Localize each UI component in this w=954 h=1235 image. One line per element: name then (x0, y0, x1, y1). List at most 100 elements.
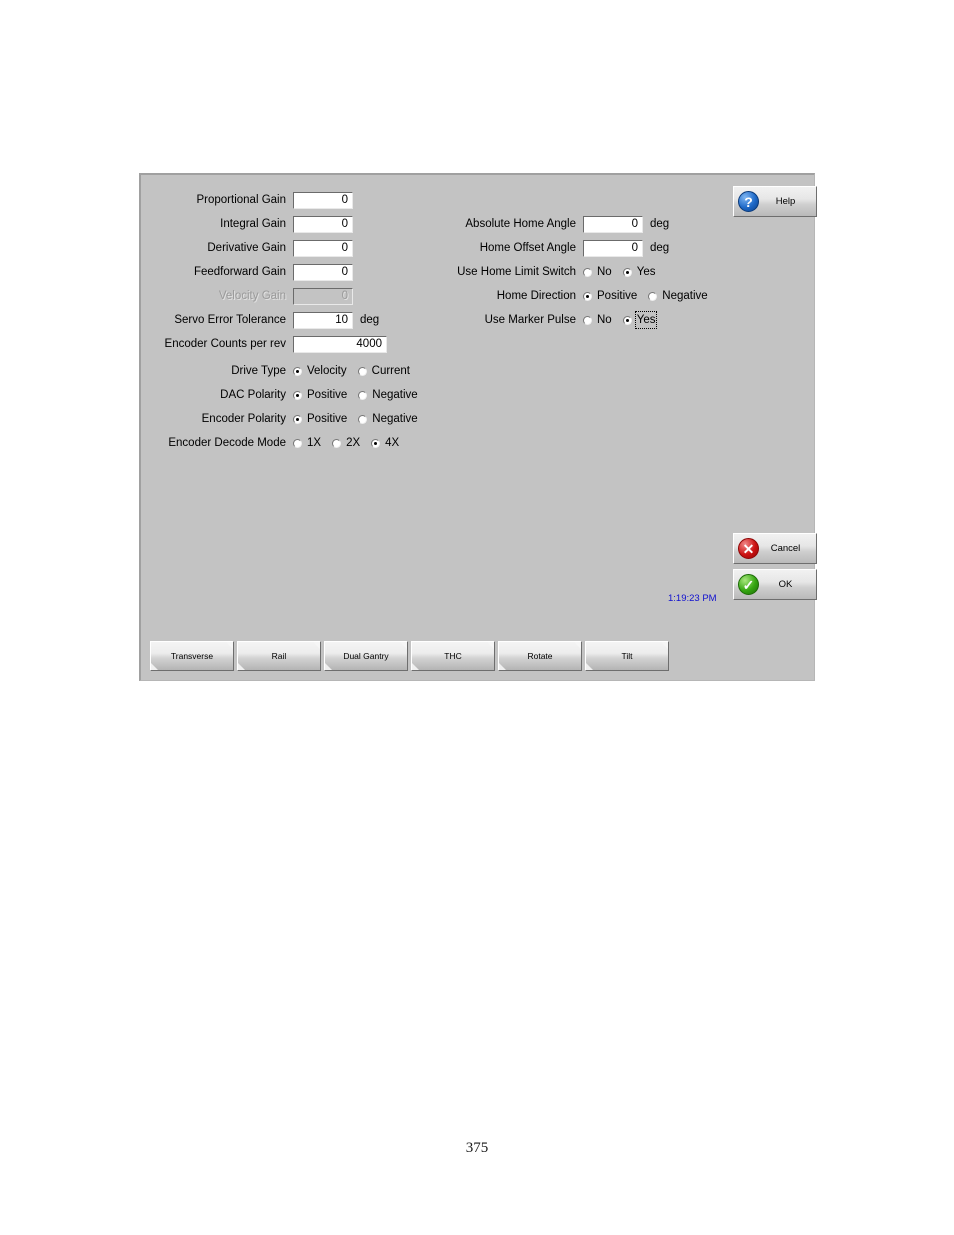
tab-tilt[interactable]: Tilt (585, 641, 669, 671)
radio-option-label: No (597, 314, 612, 326)
radio-button-icon[interactable] (358, 390, 368, 400)
field-label: Servo Error Tolerance (174, 314, 286, 326)
radio-row-use-home-limit-switch: Use Home Limit Switch No Yes (446, 263, 666, 281)
radio-option-negative[interactable]: Negative (648, 288, 708, 304)
radio-option-label: Velocity (307, 365, 347, 377)
radio-option-2x[interactable]: 2X (332, 435, 361, 451)
field-label: Derivative Gain (207, 242, 286, 254)
radio-button-icon[interactable] (293, 414, 302, 424)
radio-options: No Yes (583, 311, 666, 329)
radio-option-label: Positive (307, 389, 348, 401)
radio-option-positive[interactable]: Positive (293, 411, 348, 427)
field-label: Encoder Counts per rev (164, 338, 286, 350)
ok-button-label: OK (778, 579, 793, 590)
field-row-integral-gain: Integral Gain 0 (146, 215, 353, 233)
radio-option-label: Current (371, 365, 410, 377)
tab-label: Rotate (527, 651, 553, 661)
radio-button-icon[interactable] (371, 438, 381, 448)
radio-option-label: Positive (597, 290, 638, 302)
radio-button-icon[interactable] (648, 291, 658, 301)
radio-row-dac-polarity: DAC Polarity Positive Negative (146, 386, 429, 404)
radio-button-icon[interactable] (293, 438, 302, 448)
tab-rail[interactable]: Rail (237, 641, 321, 671)
radio-options: Positive Negative (583, 288, 719, 304)
field-row-absolute-home-angle: Absolute Home Angle 0 deg (446, 215, 669, 233)
tab-transverse[interactable]: Transverse (150, 641, 234, 671)
radio-row-encoder-decode-mode: Encoder Decode Mode 1X 2X 4X (146, 434, 410, 452)
radio-option-current[interactable]: Current (357, 363, 411, 379)
input-home-offset-angle[interactable]: 0 (583, 239, 643, 257)
cancel-button[interactable]: ✕ Cancel (733, 533, 817, 564)
radio-option-no[interactable]: No (583, 312, 613, 328)
radio-option-negative[interactable]: Negative (358, 387, 418, 403)
radio-button-icon[interactable] (622, 267, 632, 277)
radio-options: Positive Negative (293, 387, 429, 403)
radio-button-icon[interactable] (358, 414, 368, 424)
radio-button-icon[interactable] (583, 315, 592, 325)
radio-option-1x[interactable]: 1X (293, 435, 322, 451)
radio-button-icon[interactable] (357, 366, 367, 376)
radio-option-4x[interactable]: 4X (371, 435, 400, 451)
input-integral-gain[interactable]: 0 (293, 215, 353, 233)
field-label: Absolute Home Angle (465, 218, 576, 230)
tab-rotate[interactable]: Rotate (498, 641, 582, 671)
ok-button[interactable]: ✓ OK (733, 569, 817, 600)
tab-label: Rail (271, 651, 287, 661)
radio-row-home-direction: Home Direction Positive Negative (446, 287, 719, 305)
cancel-icon: ✕ (738, 538, 759, 559)
radio-group-label: Use Home Limit Switch (457, 266, 576, 278)
cancel-button-label: Cancel (770, 543, 801, 554)
field-unit: deg (650, 218, 670, 230)
input-feedforward-gain[interactable]: 0 (293, 263, 353, 281)
input-proportional-gain[interactable]: 0 (293, 191, 353, 209)
tab-thc[interactable]: THC (411, 641, 495, 671)
input-derivative-gain[interactable]: 0 (293, 239, 353, 257)
radio-option-label: Yes (634, 311, 658, 329)
input-encoder-counts-per-rev[interactable]: 4000 (293, 335, 387, 353)
bottom-tab-bar: Transverse Rail Dual Gantry THC Rotate Tilt (150, 641, 669, 671)
radio-group-label: Encoder Decode Mode (168, 437, 286, 449)
radio-row-drive-type: Drive Type Velocity Current (146, 362, 421, 380)
radio-option-label: 2X (346, 437, 361, 449)
radio-option-negative[interactable]: Negative (358, 411, 418, 427)
radio-option-positive[interactable]: Positive (293, 387, 348, 403)
radio-option-label: No (597, 266, 612, 278)
radio-option-velocity[interactable]: Velocity (293, 363, 348, 379)
help-icon: ? (738, 191, 759, 212)
radio-button-icon[interactable] (293, 390, 302, 400)
radio-option-yes[interactable]: Yes (622, 311, 658, 329)
radio-group-label: Use Marker Pulse (484, 314, 576, 326)
page-number: 375 (465, 1140, 489, 1156)
radio-button-icon[interactable] (622, 315, 632, 325)
radio-option-no[interactable]: No (583, 264, 613, 280)
input-servo-error-tolerance[interactable]: 10 (293, 311, 353, 329)
radio-options: No Yes (583, 264, 666, 280)
radio-button-icon[interactable] (583, 291, 592, 301)
field-row-encoder-counts-per-rev: Encoder Counts per rev 4000 (146, 335, 387, 353)
radio-button-icon[interactable] (293, 366, 302, 376)
field-unit: deg (360, 314, 380, 326)
tab-label: Transverse (170, 651, 214, 661)
radio-group-label: Home Direction (496, 290, 576, 302)
radio-option-label: Negative (662, 290, 708, 302)
radio-group-label: Drive Type (231, 365, 286, 377)
axis-setup-dialog: Proportional Gain 0 Integral Gain 0 Derivati… (139, 173, 817, 681)
radio-row-encoder-polarity: Encoder Polarity Positive Negative (146, 410, 429, 428)
help-button-label: Help (775, 196, 796, 207)
radio-option-positive[interactable]: Positive (583, 288, 638, 304)
field-label: Velocity Gain (218, 290, 286, 302)
radio-row-use-marker-pulse: Use Marker Pulse No Yes (446, 311, 666, 329)
field-row-derivative-gain: Derivative Gain 0 (146, 239, 353, 257)
field-label: Integral Gain (220, 218, 286, 230)
radio-option-label: Negative (372, 389, 418, 401)
radio-option-label: Yes (636, 266, 656, 278)
radio-group-label: DAC Polarity (220, 389, 286, 401)
radio-option-yes[interactable]: Yes (622, 264, 657, 280)
radio-button-icon[interactable] (332, 438, 342, 448)
help-button[interactable]: ? Help (733, 186, 817, 217)
field-label: Home Offset Angle (479, 242, 576, 254)
radio-button-icon[interactable] (583, 267, 592, 277)
input-absolute-home-angle[interactable]: 0 (583, 215, 643, 233)
radio-options: Velocity Current (293, 363, 421, 379)
tab-dual-gantry[interactable]: Dual Gantry (324, 641, 408, 671)
